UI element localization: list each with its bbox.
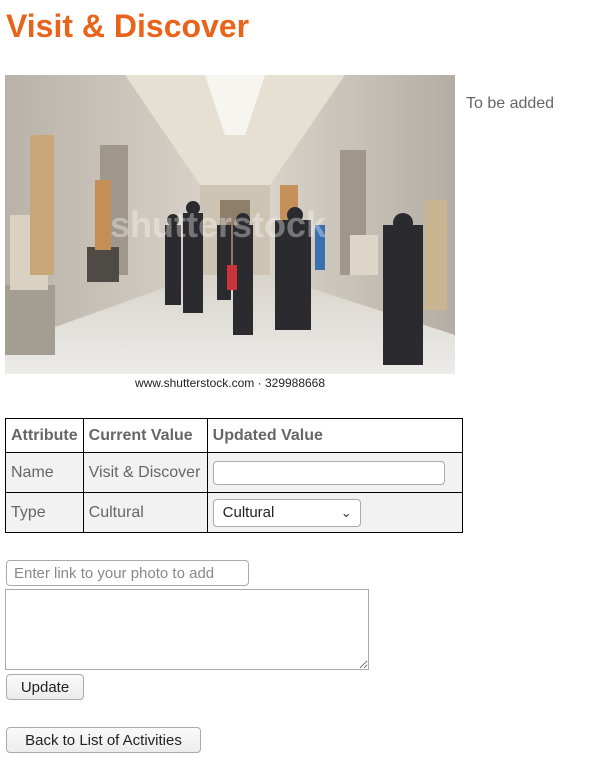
column-header-current-value: Current Value [82,418,208,453]
updated-value-cell: Cultural ⌄ [206,492,464,533]
page-title: Visit & Discover [6,8,250,44]
table-header-row: Attribute Current Value Updated Value [5,418,464,453]
photo-credit: www.shutterstock.com · 329988668 [5,374,455,392]
current-value-cell: Cultural [82,492,208,533]
museum-gallery-photo: shutterstock [5,75,455,374]
update-button[interactable]: Update [6,674,84,700]
table-row: Name Visit & Discover [5,452,464,493]
column-header-attribute: Attribute [5,418,84,453]
current-value-cell: Visit & Discover [82,452,208,493]
side-note: To be added [466,95,555,112]
museum-photo-graphic: shutterstock [5,75,455,374]
type-select-value: Cultural [222,503,275,521]
photo-link-input[interactable] [6,560,249,586]
attribute-cell: Type [5,492,84,533]
photo-watermark: shutterstock [110,204,327,245]
table-row: Type Cultural Cultural ⌄ [5,492,464,533]
name-input[interactable] [212,460,445,485]
attribute-cell: Name [5,452,84,493]
chevron-down-icon: ⌄ [340,504,352,520]
photo-textarea[interactable] [5,589,369,670]
type-select[interactable]: Cultural ⌄ [212,498,361,527]
column-header-updated-value: Updated Value [206,418,464,453]
back-to-list-button[interactable]: Back to List of Activities [6,727,201,753]
attributes-table: Attribute Current Value Updated Value Na… [5,418,464,533]
updated-value-cell [206,452,464,493]
